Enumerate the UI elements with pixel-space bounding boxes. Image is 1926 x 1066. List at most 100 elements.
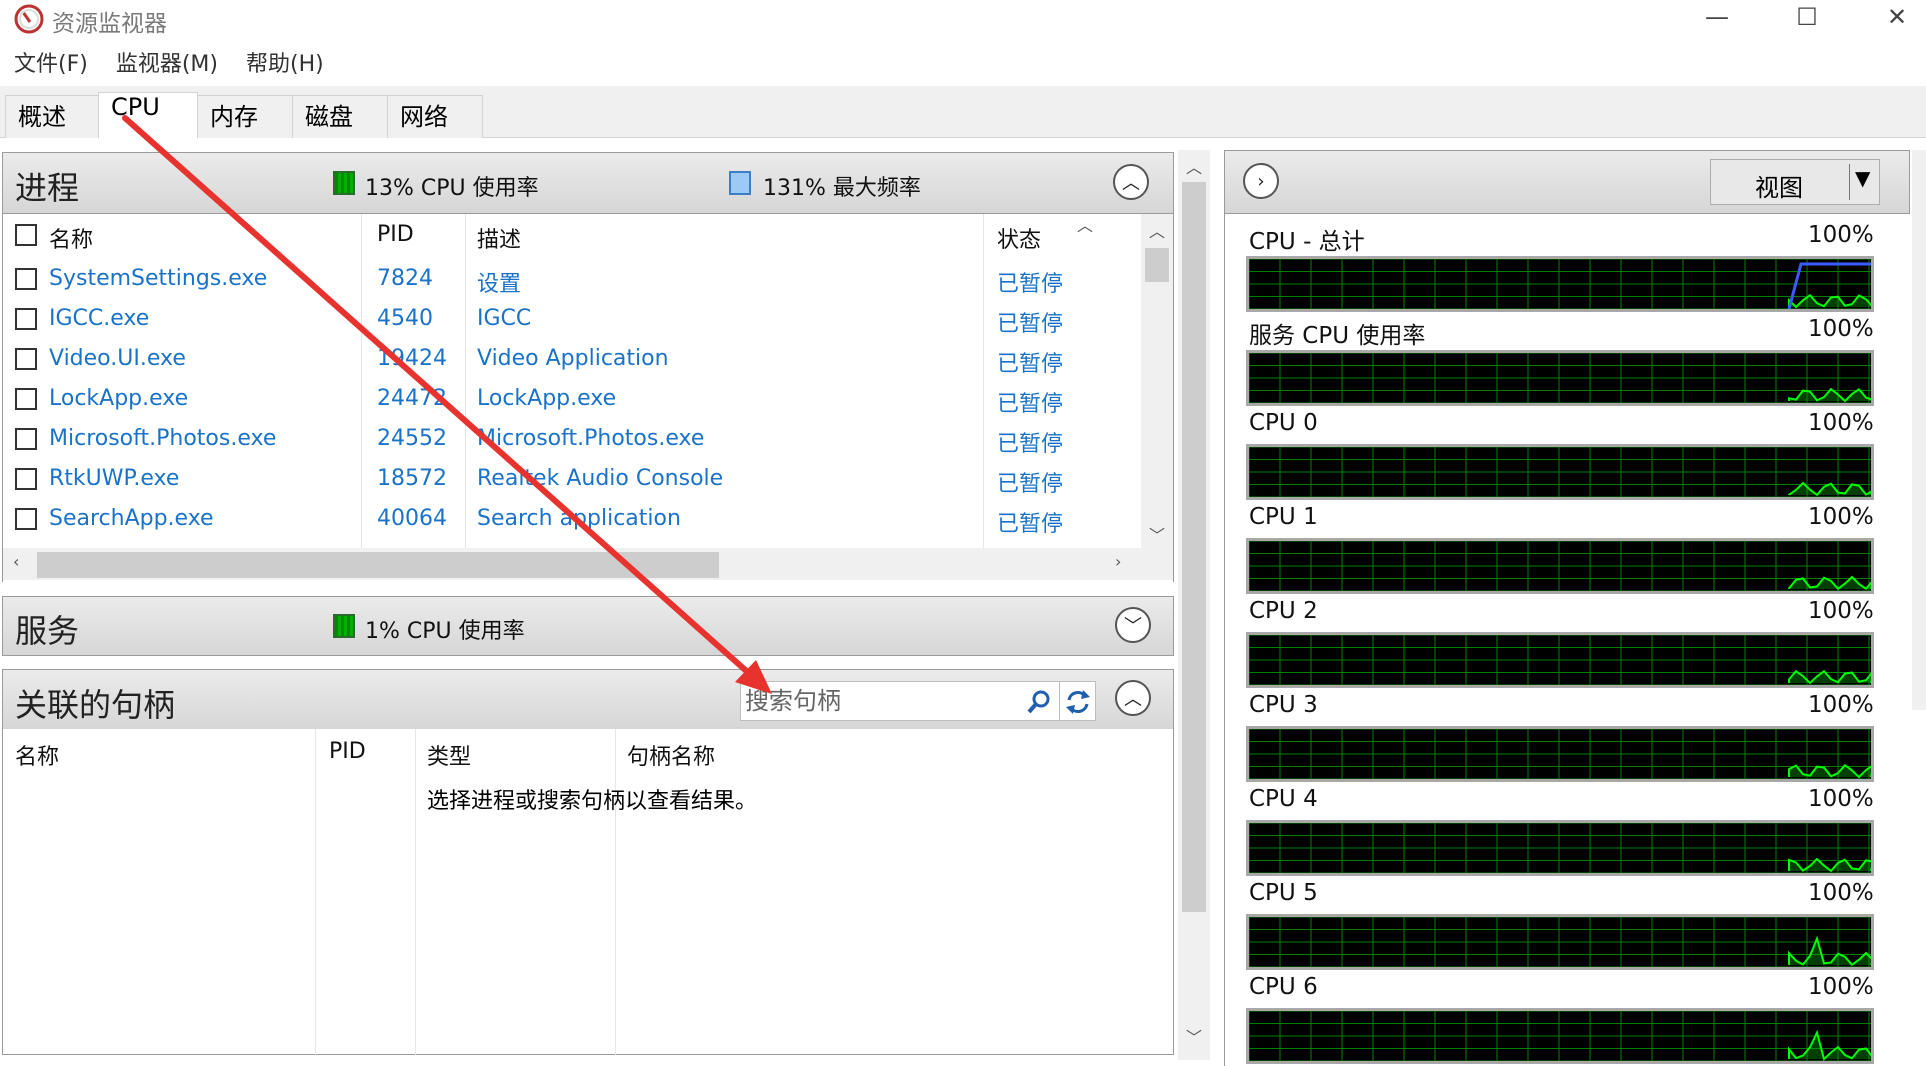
handles-empty-message: 选择进程或搜索句柄以查看结果。 [427,789,758,814]
row-checkbox[interactable] [15,308,37,330]
view-button-label: 视图 [1755,174,1803,202]
process-name: Microsoft.Photos.exe [49,426,277,451]
process-status: 已暂停 [997,272,1064,297]
close-button[interactable]: ✕ [1852,0,1926,34]
table-row[interactable]: IGCC.exe 4540 IGCC 已暂停 [3,300,1141,340]
table-row[interactable]: RtkUWP.exe 18572 Realtek Audio Console 已… [3,460,1141,500]
cpu-graph [1246,820,1874,876]
column-header-status[interactable]: 状态 [997,222,1041,254]
column-header-name[interactable]: 名称 [49,222,93,254]
scroll-right-icon[interactable]: › [1115,552,1121,571]
view-dropdown-icon[interactable]: ▼ [1855,166,1870,190]
column-header-description[interactable]: 描述 [477,222,521,254]
tab-memory[interactable]: 内存 [197,95,293,138]
graphs-panel-scrollbar[interactable] [1912,150,1926,710]
processes-max-frequency: 131% 最大频率 [763,176,921,201]
table-row[interactable]: LockApp.exe 24472 LockApp.exe 已暂停 [3,380,1141,420]
process-description: Microsoft.Photos.exe [477,426,705,451]
handles-column-type[interactable]: 类型 [427,739,471,771]
process-description: Video Application [477,346,669,371]
handles-column-pid[interactable]: PID [329,739,366,764]
tab-network[interactable]: 网络 [387,95,483,138]
minimize-button[interactable]: — [1672,0,1762,34]
title-bar [0,0,1926,40]
scroll-down-icon[interactable]: ﹀ [1149,522,1165,546]
menu-help[interactable]: 帮助(H) [246,48,324,84]
collapse-processes-button[interactable]: ︿ [1113,164,1149,200]
main-scroll-thumb[interactable] [1182,182,1206,912]
select-all-checkbox[interactable] [15,224,37,246]
row-checkbox[interactable] [15,468,37,490]
row-checkbox[interactable] [15,428,37,450]
processes-title: 进程 [15,169,80,207]
row-checkbox[interactable] [15,348,37,370]
sort-indicator-icon: ︿ [1077,216,1094,235]
cpu-graph [1246,256,1874,312]
processes-hscroll-thumb[interactable] [37,552,719,578]
main-scroll-up-icon[interactable]: ︿ [1186,154,1202,178]
column-header-pid[interactable]: PID [377,222,414,247]
main-scroll-down-icon[interactable]: ﹀ [1186,1024,1202,1048]
menu-monitor[interactable]: 监视器(M) [116,48,218,84]
window-title: 资源监视器 [52,11,167,37]
services-title: 服务 [15,612,80,650]
process-status: 已暂停 [997,312,1064,337]
table-row[interactable]: Microsoft.Photos.exe 24552 Microsoft.Pho… [3,420,1141,460]
collapse-handles-button[interactable]: ︿ [1115,680,1151,716]
row-checkbox[interactable] [15,508,37,530]
graph-percent: 100% [1808,222,1874,248]
expand-services-button[interactable]: ﹀ [1115,607,1151,643]
process-pid: 18572 [377,466,447,491]
toggle-graphs-button[interactable]: › [1243,163,1279,199]
scroll-up-icon[interactable]: ︿ [1149,218,1165,242]
process-name: RtkUWP.exe [49,466,180,491]
row-checkbox[interactable] [15,268,37,290]
services-header[interactable]: 服务 1% CPU 使用率 ﹀ [2,596,1174,656]
graph-percent: 100% [1808,504,1874,530]
table-row[interactable]: SearchApp.exe 40064 Search application 已… [3,500,1141,540]
table-row[interactable]: SystemSettings.exe 7824 设置 已暂停 [3,260,1141,300]
process-description: IGCC [477,306,532,331]
process-status: 已暂停 [997,472,1064,497]
graph-label: CPU 1 [1249,504,1318,530]
process-pid: 24552 [377,426,447,451]
process-description: LockApp.exe [477,386,617,411]
scroll-left-icon[interactable]: ‹ [13,552,19,571]
graph-percent: 100% [1808,410,1874,436]
process-status: 已暂停 [997,432,1064,457]
processes-scroll-thumb[interactable] [1145,248,1169,282]
process-status: 已暂停 [997,512,1064,537]
tab-overview[interactable]: 概述 [5,95,99,138]
process-name: SearchApp.exe [49,506,214,531]
graph-label: CPU 6 [1249,974,1318,1000]
graph-label: CPU 3 [1249,692,1318,718]
view-button[interactable]: 视图 ▼ [1710,159,1880,205]
row-checkbox[interactable] [15,388,37,410]
graph-percent: 100% [1808,786,1874,812]
handles-column-name[interactable]: 名称 [15,739,59,771]
handle-search-input[interactable] [741,682,1021,720]
handle-search-box[interactable] [740,681,1096,721]
handles-column-handle-name[interactable]: 句柄名称 [627,739,715,771]
process-description: Search application [477,506,681,531]
search-icon[interactable] [1025,688,1053,716]
table-row[interactable]: Video.UI.exe 19424 Video Application 已暂停 [3,340,1141,380]
processes-header[interactable]: 进程 13% CPU 使用率 131% 最大频率 ︿ [2,152,1174,214]
handles-title: 关联的句柄 [15,686,176,724]
maximize-button[interactable]: ☐ [1762,0,1852,34]
cpu-graph [1246,350,1874,406]
tab-cpu[interactable]: CPU [98,92,198,139]
graph-label: CPU 4 [1249,786,1318,812]
graph-percent: 100% [1808,880,1874,906]
process-description: 设置 [477,272,522,297]
cpu-graph [1246,632,1874,688]
process-pid: 40064 [377,506,447,531]
menu-file[interactable]: 文件(F) [14,48,88,84]
menu-bar: 文件(F) 监视器(M) 帮助(H) [0,48,324,84]
tab-disk[interactable]: 磁盘 [292,95,388,138]
process-pid: 19424 [377,346,447,371]
process-status: 已暂停 [997,352,1064,377]
process-pid: 24472 [377,386,447,411]
refresh-icon[interactable] [1063,688,1093,716]
process-name: SystemSettings.exe [49,266,268,291]
